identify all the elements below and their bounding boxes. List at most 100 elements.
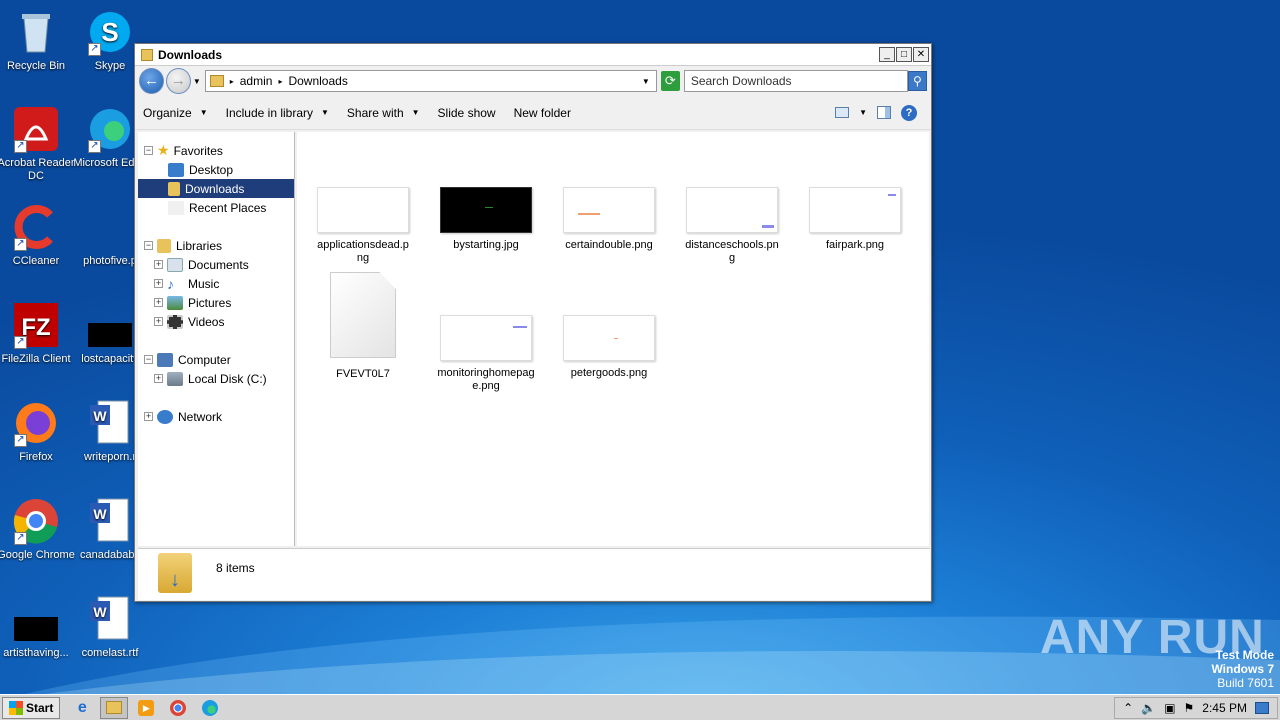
- forward-button[interactable]: →: [165, 68, 191, 94]
- taskbar-explorer-icon[interactable]: [100, 696, 129, 719]
- folder-icon: [141, 48, 153, 61]
- breadcrumb-separator-icon[interactable]: ▸: [230, 77, 234, 86]
- title-bar[interactable]: Downloads _ □ ✕: [135, 44, 931, 66]
- nav-pictures[interactable]: + Pictures: [138, 293, 294, 312]
- chrome-icon: ↗: [12, 497, 60, 545]
- file-list[interactable]: applicationsdead.p ng bystarting.jpg cer…: [297, 132, 929, 546]
- collapse-icon[interactable]: −: [144, 355, 153, 364]
- file-item[interactable]: applicationsdead.p ng: [309, 187, 417, 265]
- show-desktop-icon[interactable]: [1255, 701, 1269, 714]
- navigation-pane[interactable]: − ★ Favorites Desktop Downloads Recent Pla…: [138, 132, 295, 546]
- expand-icon[interactable]: +: [154, 374, 163, 383]
- file-item[interactable]: petergoods.png: [555, 315, 663, 380]
- desktop-icon-label: CCleaner: [12, 255, 60, 267]
- downloads-folder-icon: [168, 181, 180, 196]
- nav-documents[interactable]: + Documents: [138, 255, 294, 274]
- file-name: petergoods.png: [570, 367, 648, 379]
- word-document-icon: W: [86, 497, 134, 545]
- nav-downloads[interactable]: Downloads: [138, 179, 294, 198]
- help-icon[interactable]: ?: [901, 104, 917, 121]
- file-item[interactable]: monitoringhomepag e.png: [432, 315, 540, 393]
- action-center-flag-icon[interactable]: ⚑: [1184, 701, 1195, 715]
- nav-music[interactable]: + ♪ Music: [138, 274, 294, 293]
- address-bar[interactable]: ▸ admin ▸ Downloads ▼: [204, 70, 657, 92]
- nav-network[interactable]: + Network: [138, 407, 294, 426]
- desktop-icon-comelast[interactable]: W comelast.rtf: [68, 595, 152, 660]
- taskbar-media-player-icon[interactable]: ▶: [132, 697, 160, 719]
- show-hidden-icons-icon[interactable]: ⌃: [1123, 701, 1133, 715]
- nav-computer[interactable]: − Computer: [138, 350, 294, 369]
- desktop-icon-filezilla[interactable]: FZ ↗ FileZilla Client: [0, 301, 78, 366]
- nav-label: Network: [178, 409, 223, 424]
- taskbar-ie-icon[interactable]: e: [68, 697, 96, 719]
- documents-icon: [167, 257, 183, 272]
- new-folder-button[interactable]: New folder: [514, 106, 571, 120]
- desktop-icon-acrobat[interactable]: ↗ Acrobat Reader DC: [0, 105, 78, 183]
- desktop-icon-chrome[interactable]: ↗ Google Chrome: [0, 497, 78, 562]
- minimize-button[interactable]: _: [879, 47, 895, 62]
- image-thumbnail: [440, 187, 532, 233]
- share-with-button[interactable]: Share with ▼: [347, 106, 420, 120]
- volume-icon[interactable]: 🔈: [1141, 701, 1156, 715]
- desktop-icon-firefox[interactable]: ↗ Firefox: [0, 399, 78, 464]
- include-label: Include in library: [225, 105, 313, 120]
- search-input[interactable]: Search Downloads: [683, 70, 908, 92]
- taskbar-chrome-icon[interactable]: [164, 697, 192, 719]
- file-item[interactable]: fairpark.png: [801, 187, 909, 252]
- expand-icon[interactable]: +: [154, 279, 163, 288]
- expand-icon[interactable]: +: [154, 317, 163, 326]
- expand-icon[interactable]: +: [144, 412, 153, 421]
- nav-libraries[interactable]: − Libraries: [138, 236, 294, 255]
- file-item[interactable]: FVEVT0L7: [309, 272, 417, 381]
- slideshow-label: Slide show: [437, 105, 496, 120]
- chevron-down-icon: ▼: [411, 108, 420, 117]
- word-document-icon: W: [86, 399, 134, 447]
- file-item[interactable]: distanceschools.pn g: [678, 187, 786, 265]
- search-icon[interactable]: ⚲: [907, 71, 927, 91]
- address-dropdown-icon[interactable]: ▼: [642, 77, 650, 86]
- recent-pages-dropdown-icon[interactable]: ▼: [193, 77, 201, 86]
- file-name: bystarting.jpg: [453, 239, 519, 251]
- desktop-icon-label: Recycle Bin: [6, 60, 66, 72]
- image-thumbnail: [563, 315, 655, 361]
- taskbar-edge-icon[interactable]: [196, 697, 224, 719]
- refresh-button[interactable]: ⟳: [660, 71, 680, 91]
- organize-button[interactable]: Organize ▼: [143, 106, 208, 120]
- maximize-button[interactable]: □: [896, 47, 912, 62]
- file-item[interactable]: certaindouble.png: [555, 187, 663, 252]
- expand-icon[interactable]: +: [154, 298, 163, 307]
- nav-desktop[interactable]: Desktop: [138, 160, 294, 179]
- file-item[interactable]: bystarting.jpg: [432, 187, 540, 252]
- view-options-dropdown-icon[interactable]: ▼: [859, 108, 867, 117]
- network-icon[interactable]: ▣: [1164, 701, 1175, 715]
- include-in-library-button[interactable]: Include in library ▼: [226, 106, 329, 120]
- start-label: Start: [26, 700, 54, 715]
- skype-icon: S ↗: [86, 8, 134, 56]
- desktop-icon-ccleaner[interactable]: ↗ CCleaner: [0, 203, 78, 268]
- nav-videos[interactable]: + Videos: [138, 312, 294, 331]
- slide-show-button[interactable]: Slide show: [438, 106, 496, 120]
- change-view-icon[interactable]: [835, 107, 850, 118]
- back-button[interactable]: ←: [139, 68, 164, 94]
- address-row: ← → ▼ ▸ admin ▸ Downloads ▼ ⟳ Search Dow…: [135, 66, 931, 96]
- explorer-window[interactable]: Downloads _ □ ✕ ← → ▼ ▸ admin ▸ Download…: [134, 43, 932, 602]
- start-button[interactable]: Start: [2, 696, 61, 719]
- ccleaner-icon: ↗: [12, 203, 60, 251]
- nav-local-disk[interactable]: + Local Disk (C:): [138, 369, 294, 388]
- expand-icon[interactable]: +: [154, 260, 163, 269]
- clock-time[interactable]: 2:45 PM: [1202, 701, 1247, 715]
- nav-label: Documents: [188, 257, 249, 272]
- desktop-icon-artisthaving[interactable]: artisthaving...: [0, 595, 78, 660]
- nav-recent-places[interactable]: Recent Places: [138, 198, 294, 217]
- breadcrumb-downloads[interactable]: Downloads: [288, 74, 347, 88]
- breadcrumb-separator-icon[interactable]: ▸: [278, 77, 282, 86]
- close-button[interactable]: ✕: [913, 47, 929, 62]
- firefox-icon: ↗: [12, 399, 60, 447]
- collapse-icon[interactable]: −: [144, 146, 153, 155]
- breadcrumb-admin[interactable]: admin: [240, 74, 273, 88]
- collapse-icon[interactable]: −: [144, 241, 153, 250]
- desktop-icon-label: artisthaving...: [3, 647, 69, 659]
- preview-pane-icon[interactable]: [877, 106, 891, 119]
- nav-favorites[interactable]: − ★ Favorites: [138, 141, 294, 160]
- desktop-icon-recycle-bin[interactable]: Recycle Bin: [0, 8, 78, 73]
